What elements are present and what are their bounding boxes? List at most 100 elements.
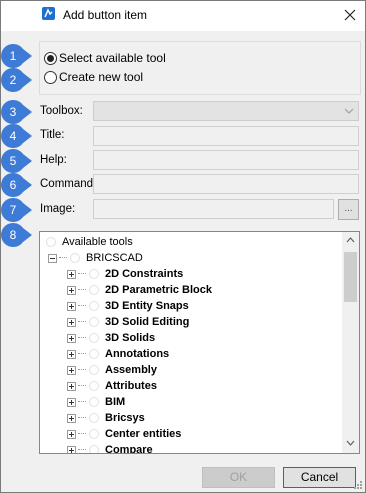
- tree-connector: [78, 273, 86, 275]
- expand-icon[interactable]: [67, 381, 76, 391]
- node-icon: [89, 285, 99, 295]
- tree-connector: [78, 321, 86, 323]
- tree-item[interactable]: Assembly: [67, 362, 157, 378]
- tree-item[interactable]: BIM: [67, 394, 125, 410]
- node-icon: [89, 413, 99, 423]
- tree-item[interactable]: 2D Parametric Block: [67, 282, 212, 298]
- callout-badge: 3: [1, 99, 32, 125]
- add-button-item-dialog: Add button item 1 2 3 4 5 6 7 8 Select a…: [0, 0, 366, 493]
- tree-connector: [78, 433, 86, 435]
- tree-node-label: BRICSCAD: [86, 252, 143, 264]
- expand-icon[interactable]: [67, 301, 76, 311]
- command-label: Command:: [40, 178, 97, 190]
- node-icon: [89, 381, 99, 391]
- tree-item-label: Center entities: [105, 428, 182, 440]
- callout-badge: 5: [1, 148, 32, 174]
- title-field[interactable]: [93, 126, 359, 146]
- node-icon: [89, 301, 99, 311]
- tree-connector: [78, 353, 86, 355]
- radio-button[interactable]: [44, 70, 57, 84]
- node-icon: [46, 237, 56, 247]
- tree-scrollbar[interactable]: [342, 232, 359, 453]
- tree-item[interactable]: Bricsys: [67, 410, 145, 426]
- expand-icon[interactable]: [67, 269, 76, 279]
- cancel-button[interactable]: Cancel: [283, 467, 356, 488]
- image-label: Image:: [40, 203, 76, 215]
- callout-badge: 1: [1, 43, 32, 69]
- select-available-tool-label: Select available tool: [59, 51, 166, 65]
- create-new-tool-label: Create new tool: [59, 70, 144, 84]
- tree-item-label: 3D Solid Editing: [105, 316, 190, 328]
- tree-connector: [59, 257, 67, 259]
- ok-button[interactable]: OK: [202, 467, 275, 488]
- tree-item-label: 2D Parametric Block: [105, 284, 212, 296]
- browse-image-button[interactable]: ...: [338, 199, 359, 220]
- callout-badge: 7: [1, 197, 32, 223]
- tool-source-group: [39, 41, 361, 95]
- tree-item-label: 3D Solids: [105, 332, 156, 344]
- help-label: Help:: [40, 154, 67, 166]
- title-label: Title:: [40, 129, 65, 141]
- chevron-down-icon: [344, 108, 354, 114]
- expand-icon[interactable]: [67, 285, 76, 295]
- command-field[interactable]: [93, 174, 359, 194]
- scrollbar-thumb[interactable]: [344, 252, 357, 302]
- expand-icon[interactable]: [67, 333, 76, 343]
- node-icon: [89, 429, 99, 439]
- available-tools-tree[interactable]: Available tools BRICSCAD 2D Constraints …: [39, 231, 360, 454]
- image-field[interactable]: [93, 199, 334, 219]
- toolbox-dropdown[interactable]: [93, 101, 359, 121]
- expand-icon[interactable]: [67, 365, 76, 375]
- dialog-title: Add button item: [63, 8, 148, 22]
- bricscad-icon: [42, 7, 55, 20]
- tree-item-label: Assembly: [105, 364, 157, 376]
- select-available-tool-option[interactable]: Select available tool: [44, 51, 166, 65]
- tree-item-label: 3D Entity Snaps: [105, 300, 189, 312]
- node-icon: [89, 397, 99, 407]
- tree-item[interactable]: Annotations: [67, 346, 169, 362]
- tree-item[interactable]: Attributes: [67, 378, 157, 394]
- tree-root-label: Available tools: [62, 236, 133, 248]
- expand-icon[interactable]: [67, 445, 76, 453]
- scroll-down-icon[interactable]: [346, 440, 355, 446]
- close-icon: [344, 9, 356, 21]
- tree-item[interactable]: Center entities: [67, 426, 181, 442]
- tree-connector: [78, 305, 86, 307]
- scroll-up-icon[interactable]: [346, 237, 355, 243]
- node-icon: [89, 349, 99, 359]
- tree-connector: [78, 401, 86, 403]
- node-icon: [89, 365, 99, 375]
- expand-icon[interactable]: [67, 397, 76, 407]
- collapse-icon[interactable]: [48, 253, 57, 263]
- tree-item[interactable]: 3D Solid Editing: [67, 314, 189, 330]
- tree-item-label: BIM: [105, 396, 126, 408]
- radio-button[interactable]: [44, 51, 57, 65]
- expand-icon[interactable]: [67, 349, 76, 359]
- tree-connector: [78, 449, 86, 451]
- tree-item[interactable]: 3D Solids: [67, 330, 155, 346]
- expand-icon[interactable]: [67, 413, 76, 423]
- tree-item-label: Bricsys: [105, 412, 145, 424]
- create-new-tool-option[interactable]: Create new tool: [44, 70, 143, 84]
- expand-icon[interactable]: [67, 317, 76, 327]
- toolbox-label: Toolbox:: [40, 105, 83, 117]
- node-icon: [89, 317, 99, 327]
- tree-item[interactable]: 3D Entity Snaps: [67, 298, 189, 314]
- tree-root[interactable]: Available tools: [46, 234, 133, 250]
- close-button[interactable]: [337, 3, 363, 27]
- tree-item-label: Annotations: [105, 348, 170, 360]
- callout-badge: 4: [1, 123, 32, 149]
- tree-item-label: Attributes: [105, 380, 157, 392]
- node-icon: [89, 333, 99, 343]
- tree-item[interactable]: 2D Constraints: [67, 266, 183, 282]
- tree-item-label: 2D Constraints: [105, 268, 184, 280]
- tree-connector: [78, 369, 86, 371]
- node-icon: [70, 253, 80, 263]
- tree-node-bricscad[interactable]: BRICSCAD: [48, 250, 143, 266]
- help-field[interactable]: [93, 150, 359, 170]
- resize-grip-icon[interactable]: [353, 480, 363, 490]
- expand-icon[interactable]: [67, 429, 76, 439]
- tree-item[interactable]: Compare: [67, 442, 153, 453]
- node-icon: [89, 445, 99, 453]
- title-bar: Add button item: [1, 1, 365, 31]
